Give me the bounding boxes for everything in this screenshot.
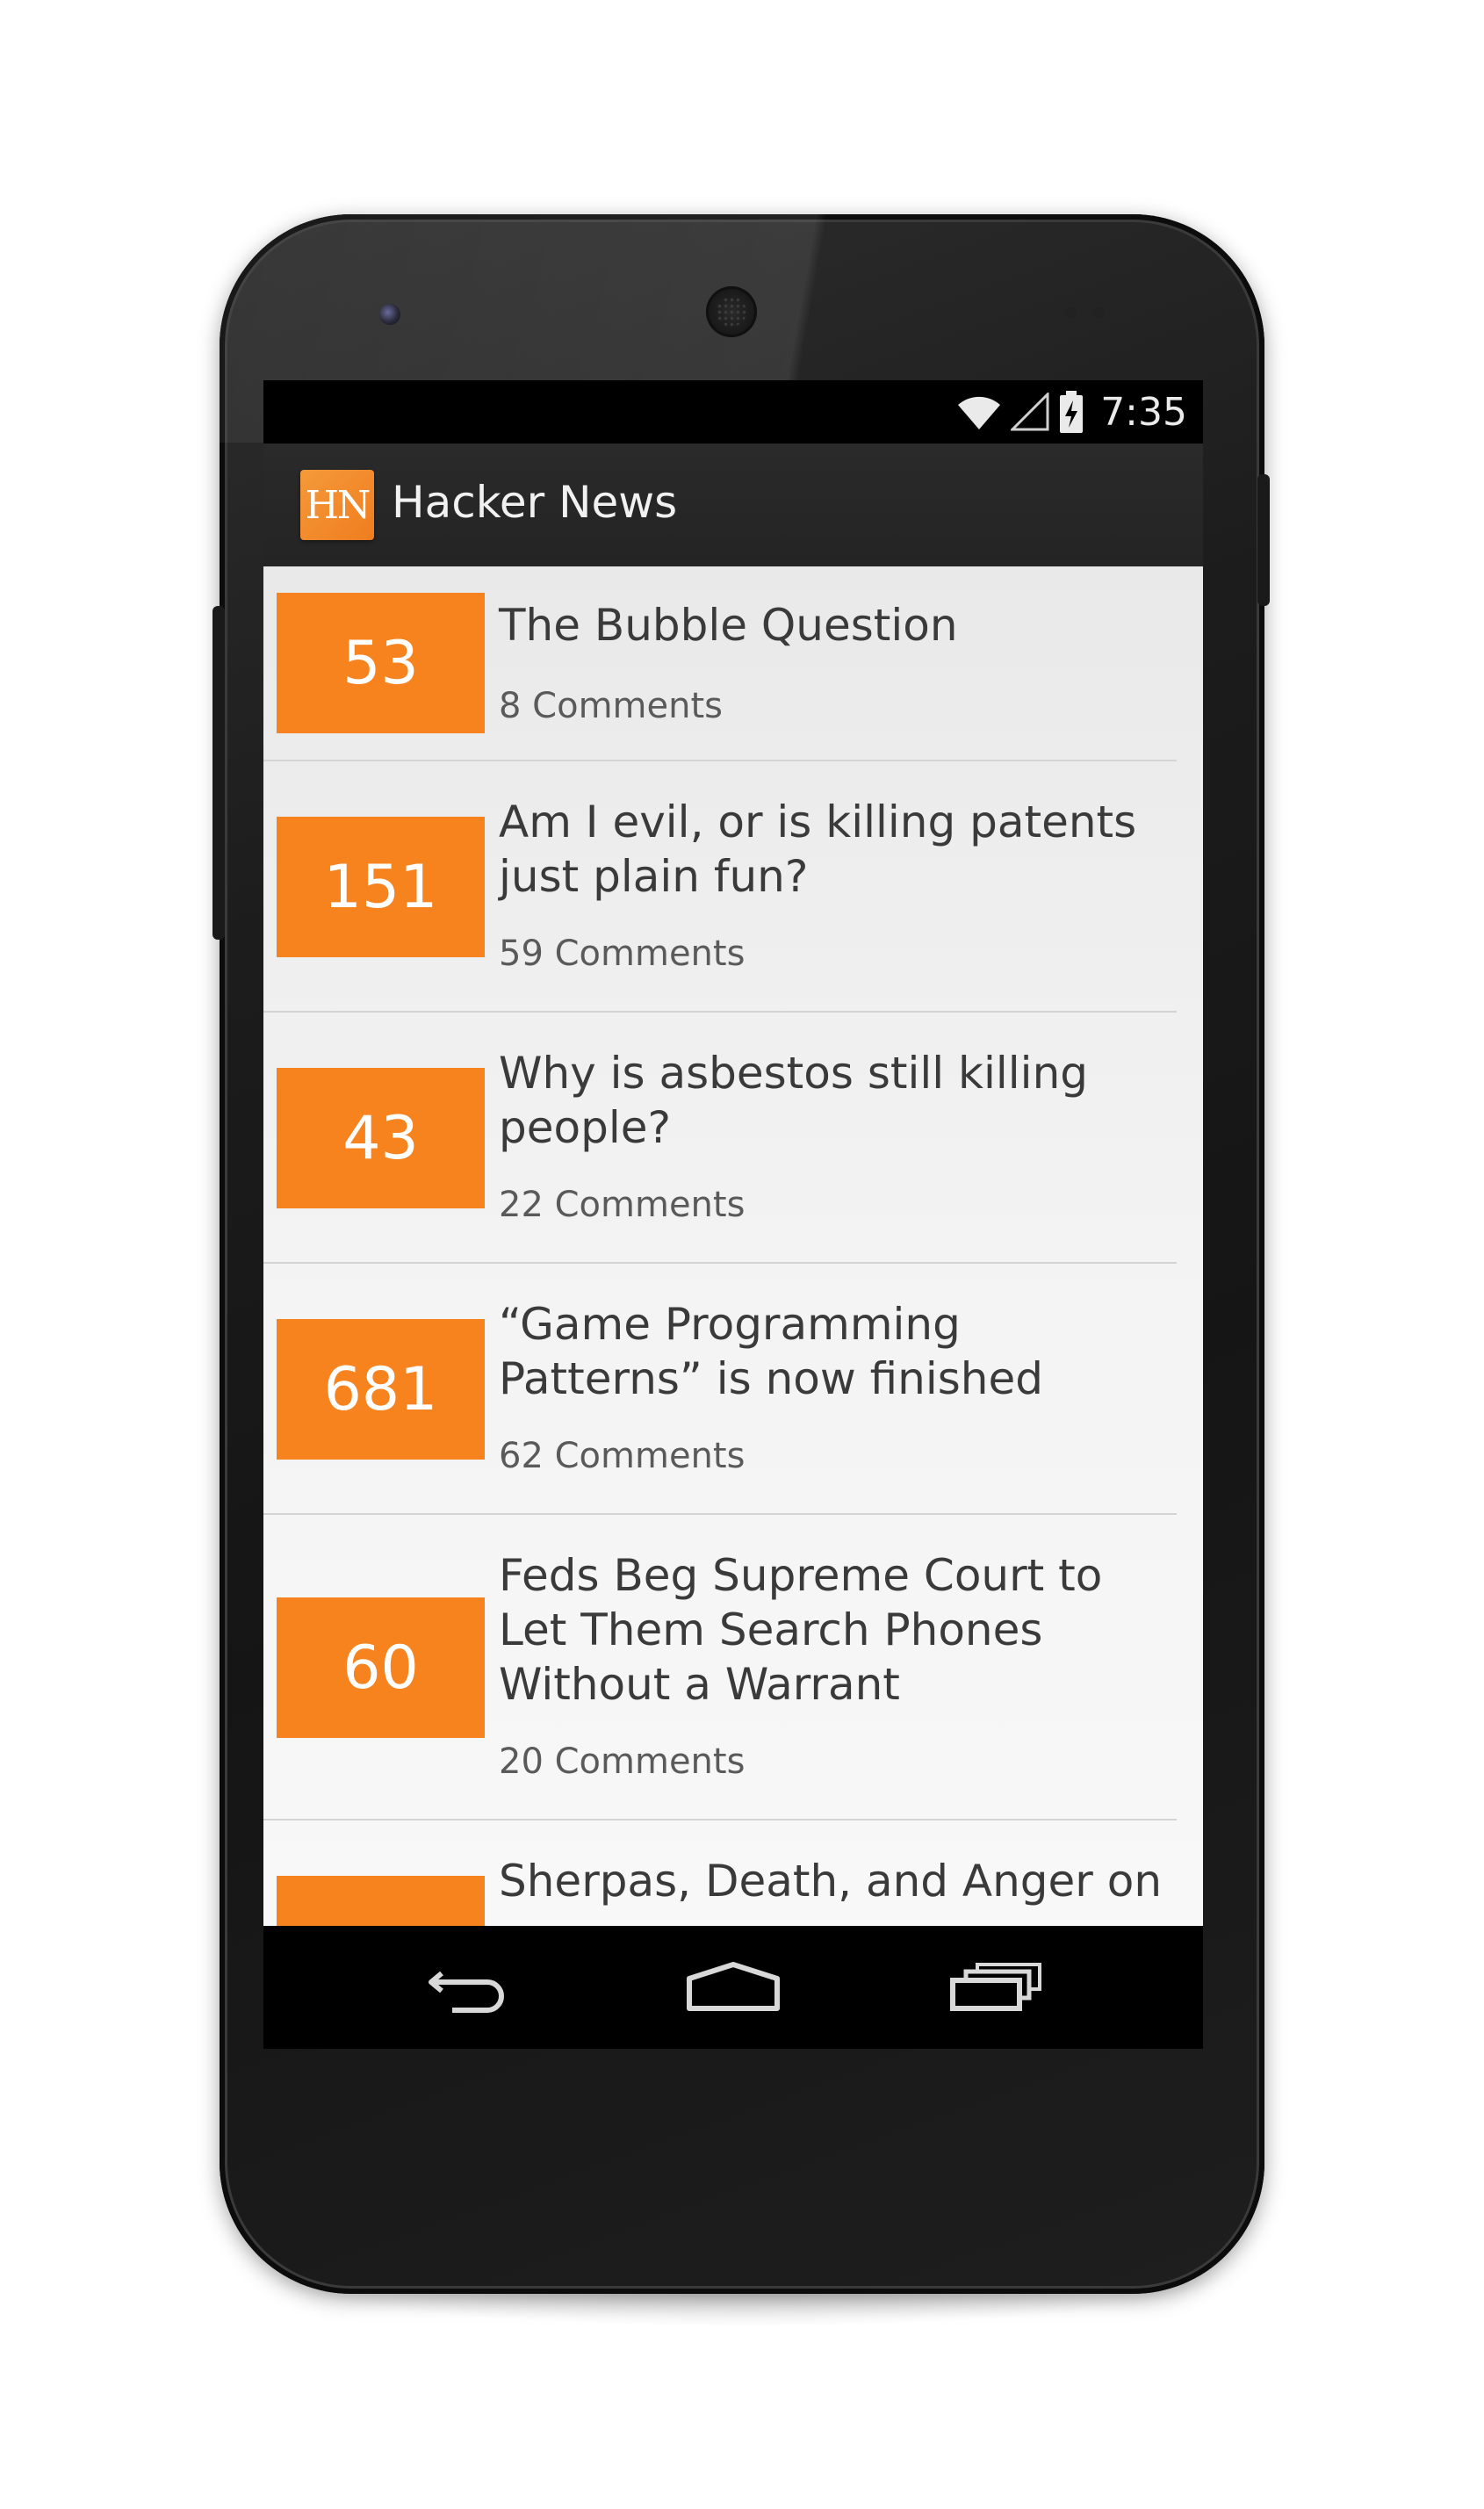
power-button xyxy=(1257,474,1270,606)
volume-rocker xyxy=(213,606,225,940)
navigation-bar xyxy=(263,1926,1203,2049)
home-button[interactable] xyxy=(685,1950,782,2024)
story-row[interactable]: Sherpas, Death, and Anger on xyxy=(263,1820,1203,1926)
status-bar: 7:35 xyxy=(263,380,1203,443)
status-icons: 7:35 xyxy=(956,387,1187,436)
story-title[interactable]: Am I evil, or is killing patents just pl… xyxy=(499,795,1166,904)
score-badge: 53 xyxy=(277,593,485,733)
proximity-sensor xyxy=(1064,306,1077,319)
story-list[interactable]: 53 The Bubble Question 8 Comments 151 Am… xyxy=(263,566,1203,1926)
score-badge: 681 xyxy=(277,1319,485,1460)
story-title[interactable]: Sherpas, Death, and Anger on xyxy=(499,1854,1166,1908)
story-title[interactable]: The Bubble Question xyxy=(499,598,1166,652)
earpiece-speaker xyxy=(706,286,757,337)
comments-link[interactable]: 62 Comments xyxy=(499,1436,745,1476)
status-clock: 7:35 xyxy=(1100,389,1187,435)
back-button[interactable] xyxy=(421,1950,518,2024)
app-title: Hacker News xyxy=(392,477,678,528)
score-badge: 60 xyxy=(277,1597,485,1738)
story-row[interactable]: 60 Feds Beg Supreme Court to Let Them Se… xyxy=(263,1515,1203,1820)
story-row[interactable]: 681 “Game Programming Patterns” is now f… xyxy=(263,1264,1203,1515)
score-badge: 43 xyxy=(277,1068,485,1208)
wifi-icon xyxy=(958,396,1001,429)
comments-link[interactable]: 20 Comments xyxy=(499,1741,745,1782)
score-badge: 151 xyxy=(277,817,485,957)
home-icon xyxy=(687,1962,780,2011)
recents-button[interactable] xyxy=(948,1950,1045,2024)
comments-link[interactable]: 8 Comments xyxy=(499,686,723,726)
comments-link[interactable]: 22 Comments xyxy=(499,1185,745,1225)
app-logo[interactable]: HN xyxy=(300,470,374,540)
story-row[interactable]: 53 The Bubble Question 8 Comments xyxy=(263,566,1203,761)
back-icon xyxy=(429,1971,504,2013)
signal-icon xyxy=(1011,393,1049,431)
screen: 7:35 HN Hacker News 53 The Bubble Questi… xyxy=(263,380,1203,2049)
story-row[interactable]: 151 Am I evil, or is killing patents jus… xyxy=(263,761,1203,1013)
story-title[interactable]: Feds Beg Supreme Court to Let Them Searc… xyxy=(499,1548,1166,1712)
recents-icon xyxy=(950,1963,1041,2011)
front-camera xyxy=(379,304,400,325)
story-title[interactable]: “Game Programming Patterns” is now finis… xyxy=(499,1297,1166,1406)
story-row[interactable]: 43 Why is asbestos still killing people?… xyxy=(263,1013,1203,1264)
battery-charging-icon xyxy=(1060,391,1084,433)
light-sensor xyxy=(1092,306,1105,319)
score-badge xyxy=(277,1876,485,1926)
comments-link[interactable]: 59 Comments xyxy=(499,934,745,974)
action-bar: HN Hacker News xyxy=(263,443,1203,568)
story-title[interactable]: Why is asbestos still killing people? xyxy=(499,1046,1166,1155)
